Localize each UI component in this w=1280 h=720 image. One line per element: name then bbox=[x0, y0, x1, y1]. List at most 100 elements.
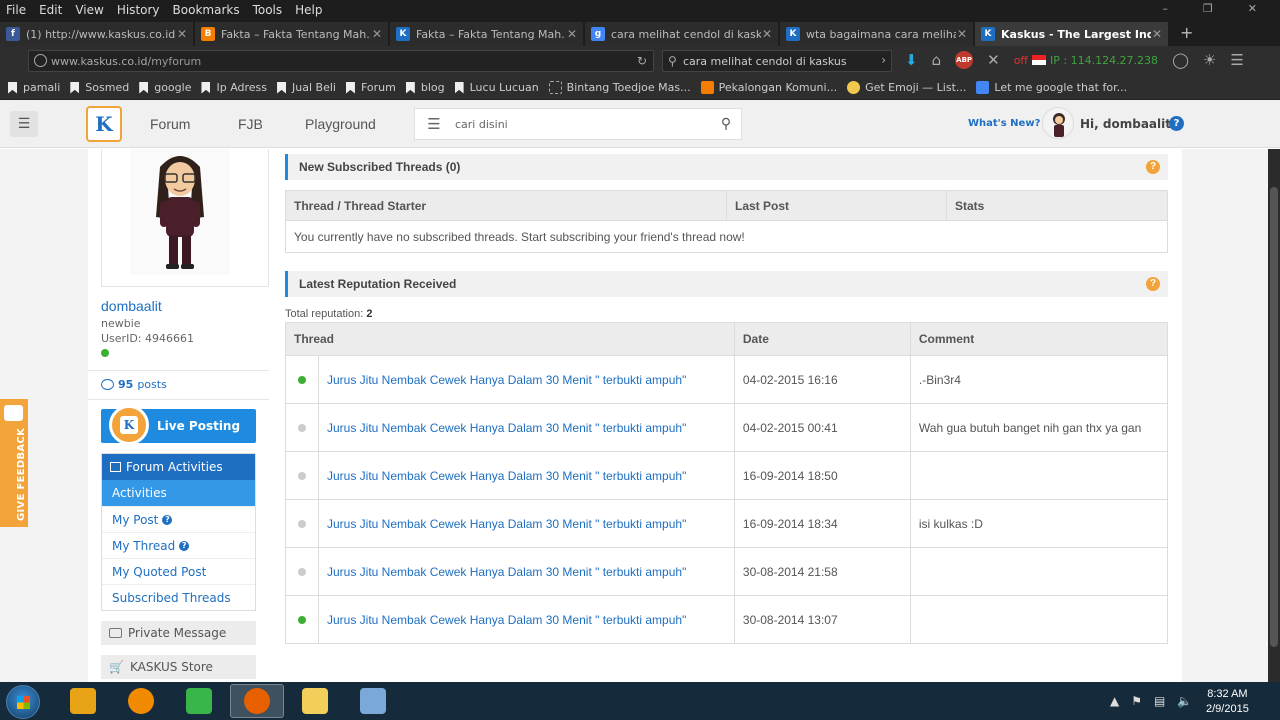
nav-fjb[interactable]: FJB bbox=[238, 116, 263, 132]
taskbar-app-paint[interactable] bbox=[346, 684, 400, 718]
volume-icon[interactable]: 🔈 bbox=[1177, 694, 1192, 708]
taskbar-app-clover[interactable] bbox=[172, 684, 226, 718]
live-posting-button[interactable]: K Live Posting bbox=[101, 405, 256, 445]
search-icon[interactable]: ⚲ bbox=[711, 116, 741, 132]
reload-icon[interactable]: ↻ bbox=[637, 54, 647, 68]
addon-icon[interactable]: ☀ bbox=[1203, 51, 1216, 69]
close-tab-icon[interactable]: ✕ bbox=[177, 27, 187, 41]
posts-count-link[interactable]: 95 posts bbox=[101, 378, 167, 391]
close-tab-icon[interactable]: ✕ bbox=[1152, 27, 1162, 41]
bookmark-item[interactable]: Let me google that for... bbox=[976, 81, 1127, 94]
help-icon[interactable]: ? bbox=[162, 514, 173, 525]
help-icon[interactable]: ? bbox=[1146, 277, 1160, 291]
bookmark-item[interactable]: Pekalongan Komuni... bbox=[700, 81, 837, 94]
profile-username[interactable]: dombaalit bbox=[101, 298, 162, 314]
bookmark-item[interactable]: Lucu Lucuan bbox=[454, 81, 539, 94]
close-tab-icon[interactable]: ✕ bbox=[372, 27, 382, 41]
bookmark-folder-icon bbox=[70, 81, 80, 94]
search-query: cara melihat cendol di kaskus bbox=[683, 54, 847, 68]
user-greeting[interactable]: Hi, dombaalit bbox=[1080, 117, 1171, 131]
bookmark-item[interactable]: Sosmed bbox=[70, 81, 129, 94]
menu-edit[interactable]: Edit bbox=[39, 3, 62, 17]
page-scrollbar[interactable] bbox=[1268, 149, 1280, 682]
x-addon-icon[interactable]: ✕ bbox=[987, 51, 1000, 69]
close-tab-icon[interactable]: ✕ bbox=[957, 27, 967, 41]
taskbar-app-vlc[interactable] bbox=[114, 684, 168, 718]
flag-icon[interactable]: ⚑ bbox=[1131, 694, 1142, 708]
search-menu-icon[interactable]: ☰ bbox=[415, 109, 453, 139]
taskbar-app-explorer[interactable] bbox=[288, 684, 342, 718]
give-feedback-tab[interactable]: GIVE FEEDBACK bbox=[0, 399, 28, 527]
browser-tab[interactable]: g cara melihat cendol di kask... ✕ bbox=[585, 22, 778, 46]
browser-tab[interactable]: K Kaskus - The Largest Indo...✕ bbox=[975, 22, 1168, 46]
scrollbar-thumb[interactable] bbox=[1270, 187, 1278, 647]
search-go-icon[interactable]: › bbox=[881, 53, 886, 67]
bookmark-item[interactable]: Ip Adress bbox=[201, 81, 267, 94]
menu-view[interactable]: View bbox=[75, 3, 103, 17]
help-icon[interactable]: ? bbox=[179, 540, 190, 551]
browser-tab[interactable]: Kwta bagaimana cara meliha... ✕ bbox=[780, 22, 973, 46]
bookmark-item[interactable]: pamali bbox=[8, 81, 60, 94]
thread-link[interactable]: Jurus Jitu Nembak Cewek Hanya Dalam 30 M… bbox=[318, 547, 735, 596]
thread-link[interactable]: Jurus Jitu Nembak Cewek Hanya Dalam 30 M… bbox=[318, 451, 735, 500]
bookmark-folder-icon bbox=[201, 81, 211, 94]
help-icon[interactable]: ? bbox=[1169, 116, 1184, 131]
network-icon[interactable]: ▤ bbox=[1154, 694, 1165, 708]
sidebar-item-my-post[interactable]: My Post? bbox=[102, 506, 255, 532]
bookmark-item[interactable]: Get Emoji — List... bbox=[847, 81, 966, 94]
thread-link[interactable]: Jurus Jitu Nembak Cewek Hanya Dalam 30 M… bbox=[318, 499, 735, 548]
browser-tab[interactable]: K Fakta – Fakta Tentang Mah... ✕ bbox=[390, 22, 583, 46]
bookmark-item[interactable]: Forum bbox=[345, 81, 396, 94]
close-icon[interactable]: ✕ bbox=[1248, 2, 1257, 15]
taskbar-clock[interactable]: 8:32 AM 2/9/2015 bbox=[1206, 687, 1249, 717]
sidebar-toggle-icon[interactable]: ☰ bbox=[10, 111, 38, 137]
nav-playground[interactable]: Playground bbox=[305, 116, 376, 132]
help-icon[interactable]: ? bbox=[1146, 160, 1160, 174]
profile-avatar[interactable] bbox=[130, 149, 230, 275]
url-bar[interactable]: www.kaskus.co.id/myforum ↻ bbox=[28, 50, 654, 72]
taskbar-app-firefox[interactable] bbox=[230, 684, 284, 718]
browser-search-bar[interactable]: ⚲ cara melihat cendol di kaskus › bbox=[662, 50, 892, 72]
bookmark-item[interactable]: google bbox=[139, 81, 191, 94]
whats-new-link[interactable]: What's New? bbox=[968, 118, 1040, 129]
download-icon[interactable]: ⬇ bbox=[905, 51, 918, 69]
avatar[interactable] bbox=[1042, 107, 1074, 139]
kaskus-logo[interactable]: K bbox=[86, 106, 122, 142]
sidebar-item-activities[interactable]: Activities bbox=[102, 480, 255, 506]
site-search-input[interactable]: cari disini bbox=[453, 118, 711, 131]
start-button[interactable] bbox=[6, 685, 40, 719]
sidebar-item-subscribed-threads[interactable]: Subscribed Threads bbox=[102, 584, 255, 610]
browser-menu-icon[interactable]: ☰ bbox=[1230, 51, 1243, 69]
restore-icon[interactable]: ❐ bbox=[1203, 2, 1213, 15]
menu-file[interactable]: File bbox=[6, 3, 26, 17]
forum-activities-header[interactable]: Forum Activities bbox=[102, 454, 255, 480]
bookmark-item[interactable]: Jual Beli bbox=[277, 81, 336, 94]
mask-icon[interactable]: ◯ bbox=[1172, 51, 1189, 69]
menu-tools[interactable]: Tools bbox=[253, 3, 283, 17]
sidebar-item-my-quoted-post[interactable]: My Quoted Post bbox=[102, 558, 255, 584]
bookmark-item[interactable]: Bintang Toedjoe Mas... bbox=[548, 81, 691, 94]
column-header: Date bbox=[733, 322, 911, 356]
thread-link[interactable]: Jurus Jitu Nembak Cewek Hanya Dalam 30 M… bbox=[318, 403, 735, 452]
tab-favicon-icon: K bbox=[396, 27, 410, 41]
bookmark-item[interactable]: blog bbox=[405, 81, 445, 94]
thread-link[interactable]: Jurus Jitu Nembak Cewek Hanya Dalam 30 M… bbox=[318, 595, 735, 644]
sidebar-item-my-thread[interactable]: My Thread? bbox=[102, 532, 255, 558]
nav-forum[interactable]: Forum bbox=[150, 116, 190, 132]
thread-link[interactable]: Jurus Jitu Nembak Cewek Hanya Dalam 30 M… bbox=[318, 355, 735, 404]
home-icon[interactable]: ⌂ bbox=[932, 51, 942, 69]
adblock-icon[interactable]: ABP bbox=[955, 51, 974, 69]
new-tab-icon[interactable]: + bbox=[1170, 22, 1203, 46]
menu-history[interactable]: History bbox=[117, 3, 160, 17]
menu-bookmarks[interactable]: Bookmarks bbox=[173, 3, 240, 17]
menu-help[interactable]: Help bbox=[295, 3, 322, 17]
kaskus-store-button[interactable]: 🛒 KASKUS Store bbox=[101, 655, 256, 679]
private-message-button[interactable]: Private Message bbox=[101, 621, 256, 645]
close-tab-icon[interactable]: ✕ bbox=[567, 27, 577, 41]
close-tab-icon[interactable]: ✕ bbox=[762, 27, 772, 41]
taskbar-app-winamp[interactable] bbox=[56, 684, 110, 718]
browser-tab[interactable]: B Fakta – Fakta Tentang Mah... ✕ bbox=[195, 22, 388, 46]
minimize-icon[interactable]: – bbox=[1162, 2, 1168, 15]
browser-tab[interactable]: f (1) http://www.kaskus.co.id... ✕ bbox=[0, 22, 193, 46]
show-hidden-icons-icon[interactable]: ▲ bbox=[1110, 694, 1119, 708]
